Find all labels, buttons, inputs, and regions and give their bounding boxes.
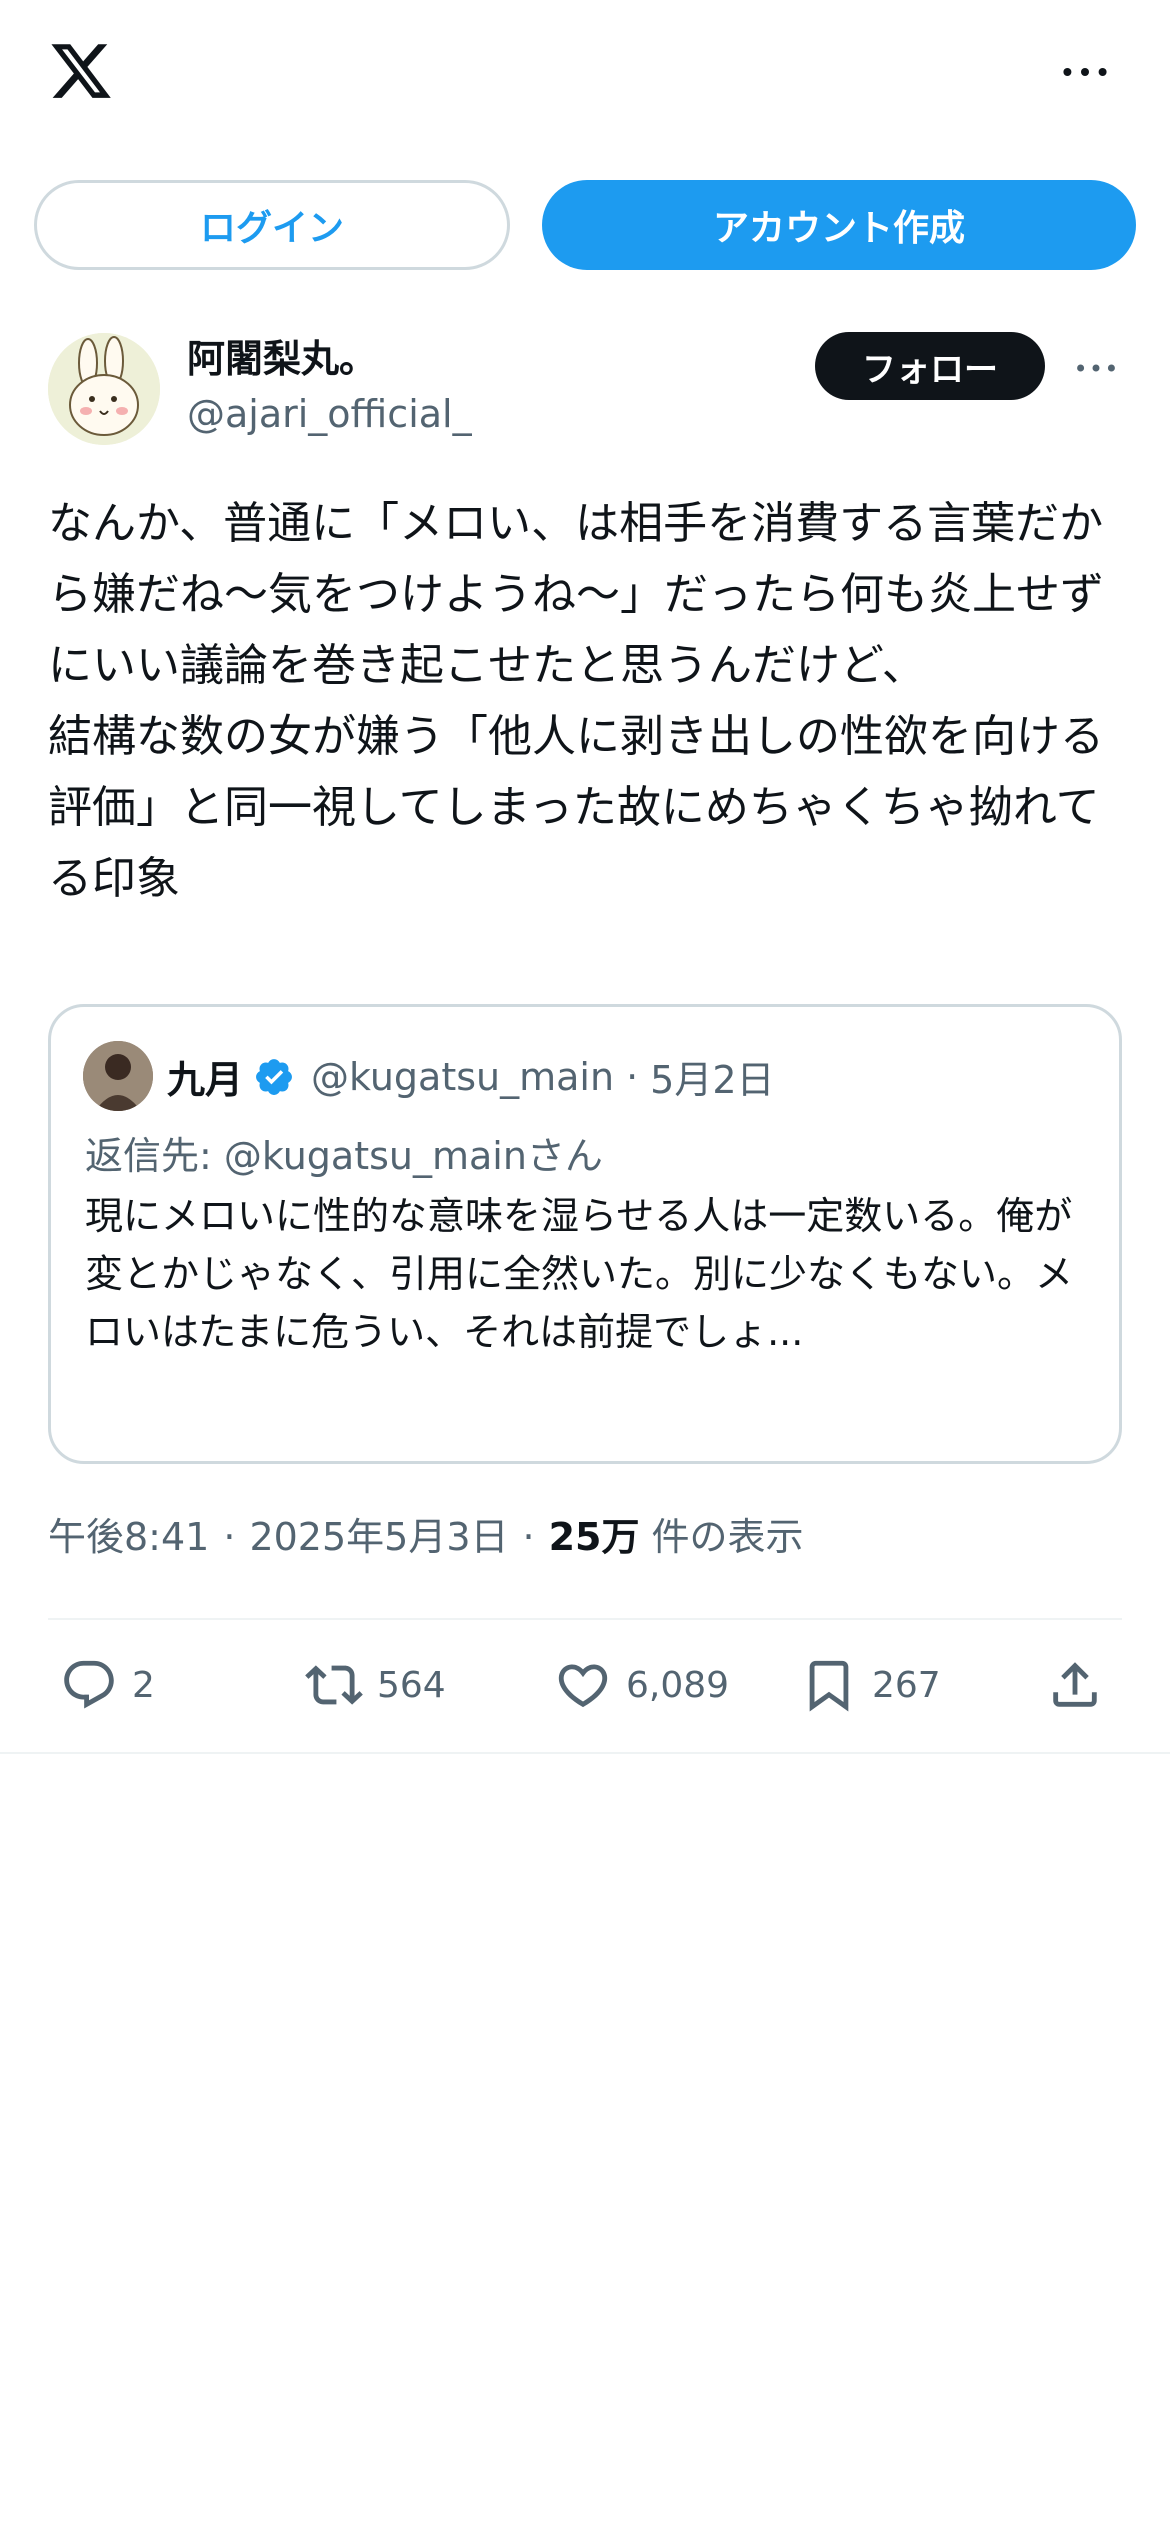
quoted-post-date[interactable]: 5月2日 bbox=[650, 1049, 774, 1104]
post-date[interactable]: 2025年5月3日 bbox=[249, 1506, 508, 1561]
heart-icon bbox=[558, 1664, 608, 1708]
like-count: 6,089 bbox=[626, 1664, 730, 1706]
x-logo-icon[interactable] bbox=[48, 38, 114, 104]
follow-button[interactable]: フォロー bbox=[815, 332, 1045, 400]
author-handle[interactable]: @ajari_official_ bbox=[187, 392, 472, 436]
login-button[interactable]: ログイン bbox=[34, 180, 510, 270]
post-meta: 午後8:41 · 2025年5月3日 · 25万 件の表示 bbox=[48, 1506, 804, 1561]
quoted-author-avatar[interactable] bbox=[83, 1041, 153, 1111]
quoted-post-card[interactable]: 九月 @kugatsu_main · 5月2日 返信先: @kugatsu_ma… bbox=[48, 1004, 1122, 1464]
more-icon[interactable] bbox=[1055, 50, 1115, 94]
reply-count: 2 bbox=[132, 1664, 155, 1706]
divider bbox=[48, 1618, 1122, 1620]
top-bar bbox=[0, 0, 1170, 150]
author-name[interactable]: 阿闍梨丸。 bbox=[187, 328, 377, 383]
quoted-post-header: 九月 @kugatsu_main · 5月2日 bbox=[167, 1049, 775, 1104]
share-button[interactable] bbox=[1046, 1652, 1104, 1718]
separator-dot: · bbox=[522, 1515, 535, 1559]
author-avatar[interactable] bbox=[48, 333, 160, 445]
views-count: 25万 bbox=[548, 1515, 640, 1559]
quoted-author-handle[interactable]: @kugatsu_main bbox=[311, 1055, 614, 1099]
reply-button[interactable]: 2 bbox=[60, 1652, 155, 1718]
quoted-post-text: 現にメロいに性的な意味を湿らせる人は一定数いる。俺が変とかじゃなく、引用に全然い… bbox=[85, 1194, 1074, 1354]
post-text: なんか、普通に「メロい、は相手を消費する言葉だから嫌だね〜気をつけようね〜」だっ… bbox=[48, 498, 1104, 904]
create-account-button[interactable]: アカウント作成 bbox=[542, 180, 1136, 270]
reply-icon bbox=[64, 1660, 114, 1709]
separator-dot: · bbox=[223, 1515, 236, 1559]
verified-badge-icon bbox=[253, 1056, 295, 1098]
views-label: 件の表示 bbox=[651, 1515, 804, 1559]
post-time[interactable]: 午後8:41 bbox=[48, 1506, 209, 1561]
repost-count: 564 bbox=[377, 1664, 446, 1706]
quoted-author-name[interactable]: 九月 bbox=[167, 1049, 243, 1104]
bookmark-count: 267 bbox=[872, 1664, 941, 1706]
bookmark-icon bbox=[809, 1660, 849, 1712]
repost-button[interactable]: 564 bbox=[305, 1652, 446, 1718]
like-button[interactable]: 6,089 bbox=[554, 1652, 729, 1718]
bookmark-button[interactable]: 267 bbox=[800, 1652, 941, 1718]
post-more-icon[interactable] bbox=[1068, 346, 1124, 390]
divider bbox=[0, 1752, 1170, 1754]
repost-icon bbox=[305, 1665, 363, 1705]
share-icon bbox=[1053, 1662, 1097, 1707]
separator-dot: · bbox=[626, 1054, 639, 1099]
reply-to-label: 返信先: @kugatsu_mainさん bbox=[85, 1134, 603, 1178]
